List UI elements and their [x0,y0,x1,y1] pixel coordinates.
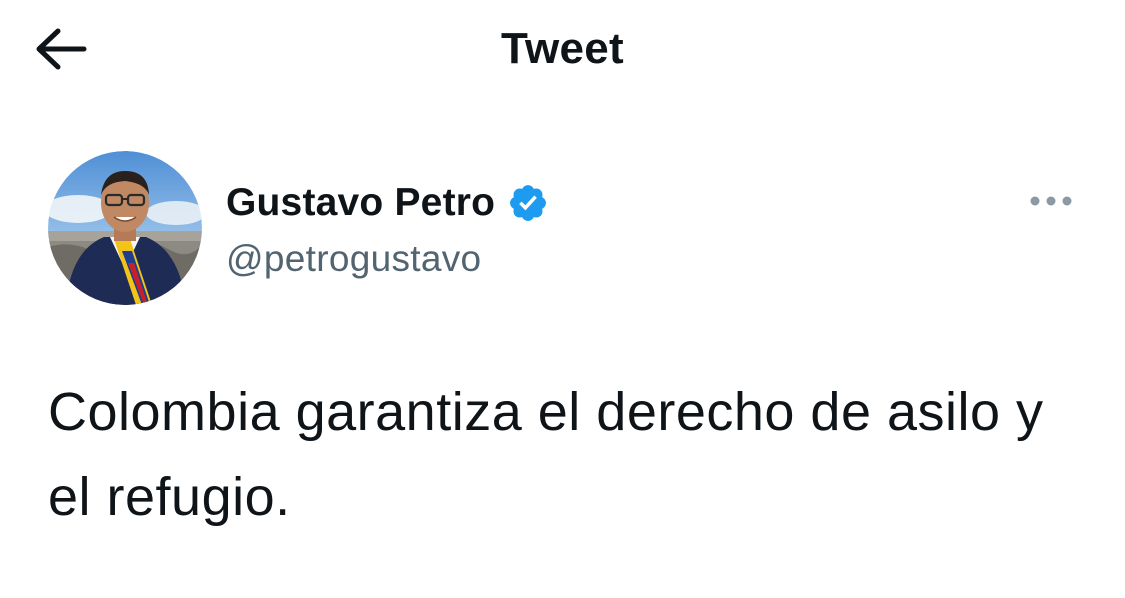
tweet-text: Colombia garantiza el derecho de asilo y… [48,382,1044,527]
name-row: Gustavo Petro [226,176,549,230]
user-handle[interactable]: @petrogustavo [226,232,549,286]
avatar[interactable] [48,151,202,305]
more-horizontal-icon [1030,196,1072,206]
profile-photo [48,151,202,305]
tweet-author[interactable]: Gustavo Petro @petrogustavo [226,176,549,286]
more-options-button[interactable] [1022,186,1080,216]
page-title: Tweet [501,24,624,73]
top-bar: Tweet [0,0,1125,100]
display-name[interactable]: Gustavo Petro [226,176,495,230]
verified-badge-icon [507,182,549,224]
